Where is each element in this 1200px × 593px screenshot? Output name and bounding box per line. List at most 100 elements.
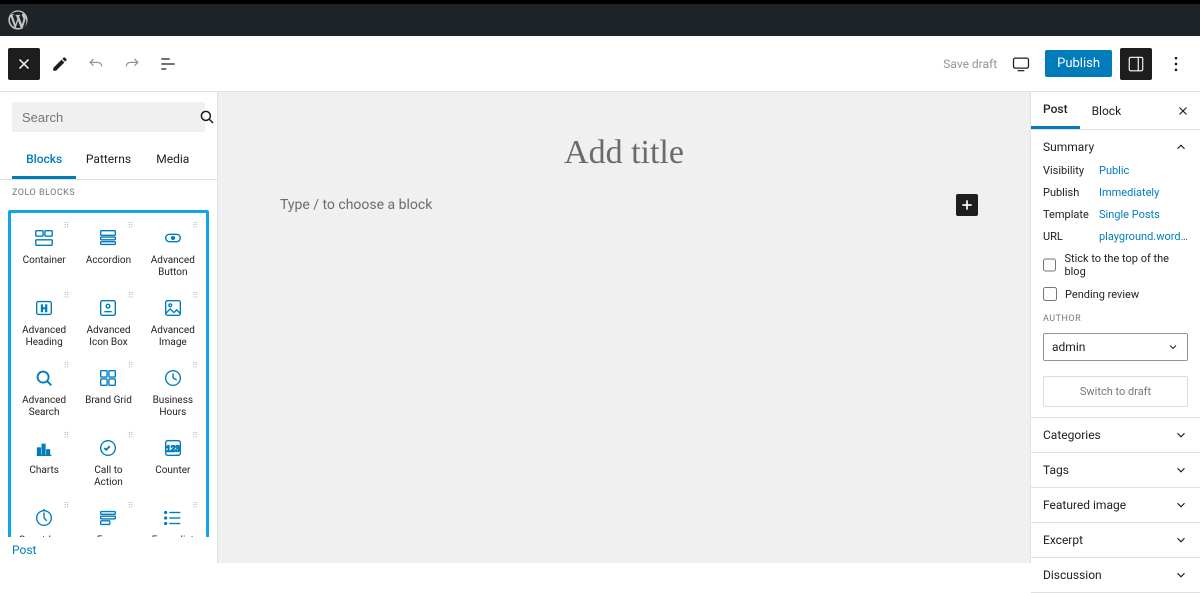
block-category-label: ZOLO BLOCKS	[0, 180, 217, 206]
wordpress-logo-icon[interactable]	[8, 10, 28, 30]
block-icon	[33, 227, 55, 249]
block-label: Fancy list	[152, 535, 194, 537]
block-icon	[33, 437, 55, 459]
block-label: Advanced Button	[144, 255, 202, 279]
drag-handle-icon: ⠿	[128, 361, 134, 370]
block-icon: H	[33, 297, 55, 319]
block-label: Advanced Image	[144, 325, 202, 349]
author-label: AUTHOR	[1043, 314, 1188, 324]
block-item[interactable]: ⠿HAdvanced Heading	[13, 287, 75, 355]
block-label: Container	[23, 255, 66, 267]
drag-handle-icon: ⠿	[63, 361, 69, 370]
sticky-checkbox-row[interactable]: Stick to the top of the blog	[1043, 252, 1188, 278]
block-icon	[162, 297, 184, 319]
search-input[interactable]	[22, 110, 198, 125]
block-item[interactable]: ⠿ Container	[13, 217, 75, 285]
tab-media[interactable]: Media	[141, 142, 205, 179]
pending-checkbox[interactable]	[1043, 287, 1057, 301]
block-label: Countdown	[19, 535, 70, 537]
drag-handle-icon: ⠿	[128, 431, 134, 440]
chevron-up-icon	[1174, 140, 1188, 154]
block-icon	[33, 367, 55, 389]
paragraph-placeholder[interactable]: Type / to choose a block	[280, 197, 946, 213]
block-item[interactable]: ⠿Charts	[13, 427, 75, 495]
block-icon	[33, 507, 55, 529]
block-item[interactable]: ⠿ Advanced Button	[142, 217, 204, 285]
template-value[interactable]: Single Posts	[1099, 208, 1188, 221]
chevron-down-icon	[1174, 428, 1188, 442]
drag-handle-icon: ⠿	[192, 291, 198, 300]
block-item[interactable]: ⠿ Brand Grid	[77, 357, 139, 425]
publish-value[interactable]: Immediately	[1099, 186, 1188, 199]
search-input-wrapper[interactable]	[12, 102, 205, 132]
tab-blocks[interactable]: Blocks	[12, 142, 76, 179]
block-item[interactable]: ⠿ Accordion	[77, 217, 139, 285]
tags-section-toggle[interactable]: Tags	[1031, 453, 1200, 487]
categories-section-toggle[interactable]: Categories	[1031, 418, 1200, 452]
block-item[interactable]: ⠿Fancy list	[142, 497, 204, 537]
drag-handle-icon: ⠿	[63, 221, 69, 230]
chevron-down-icon	[1174, 533, 1188, 547]
undo-button[interactable]	[80, 48, 112, 80]
options-button[interactable]	[1160, 48, 1192, 80]
visibility-label: Visibility	[1043, 164, 1099, 177]
drag-handle-icon: ⠿	[63, 431, 69, 440]
drag-handle-icon: ⠿	[63, 291, 69, 300]
chevron-down-icon	[1174, 463, 1188, 477]
svg-text:123: 123	[166, 445, 180, 454]
settings-tab-post[interactable]: Post	[1031, 92, 1080, 129]
block-icon	[97, 437, 119, 459]
publish-button[interactable]: Publish	[1045, 50, 1112, 77]
tools-button[interactable]	[44, 48, 76, 80]
visibility-value[interactable]: Public	[1099, 164, 1188, 177]
template-label: Template	[1043, 208, 1099, 221]
block-icon	[162, 507, 184, 529]
settings-tab-block[interactable]: Block	[1080, 94, 1134, 128]
blocks-grid-highlighted: ⠿ Container ⠿ Accordion ⠿ Advanced Button ⠿ H Ad…	[8, 210, 209, 537]
pending-checkbox-row[interactable]: Pending review	[1043, 287, 1188, 301]
toggle-inserter-button[interactable]	[8, 48, 40, 80]
drag-handle-icon: ⠿	[192, 361, 198, 370]
drag-handle-icon: ⠿	[192, 221, 198, 230]
author-select[interactable]: admin	[1043, 333, 1188, 361]
block-item[interactable]: ⠿ Call to Action	[77, 427, 139, 495]
drag-handle-icon: ⠿	[128, 501, 134, 510]
block-icon	[97, 227, 119, 249]
featured-image-section-toggle[interactable]: Featured image	[1031, 488, 1200, 522]
sticky-checkbox[interactable]	[1043, 258, 1056, 272]
summary-section-toggle[interactable]: Summary	[1031, 130, 1200, 164]
url-value[interactable]: playground.wordpress...	[1099, 230, 1188, 243]
drag-handle-icon: ⠿	[128, 221, 134, 230]
publish-label: Publish	[1043, 186, 1099, 199]
block-icon	[97, 297, 119, 319]
block-item[interactable]: ⠿Advanced Icon Box	[77, 287, 139, 355]
block-item[interactable]: ⠿123Counter	[142, 427, 204, 495]
block-item[interactable]: ⠿ Advanced Image	[142, 287, 204, 355]
block-label: Brand Grid	[85, 395, 132, 407]
redo-button[interactable]	[116, 48, 148, 80]
block-label: Counter	[155, 465, 190, 477]
post-title-input[interactable]: Add title	[280, 120, 968, 194]
drag-handle-icon: ⠿	[63, 501, 69, 510]
block-icon	[97, 507, 119, 529]
discussion-section-toggle[interactable]: Discussion	[1031, 558, 1200, 592]
block-item[interactable]: ⠿ Countdown	[13, 497, 75, 537]
block-item[interactable]: ⠿Advanced Search	[13, 357, 75, 425]
block-item[interactable]: ⠿Form	[77, 497, 139, 537]
settings-toggle-button[interactable]	[1120, 48, 1152, 80]
close-settings-button[interactable]	[1166, 94, 1200, 128]
post-link[interactable]: Post	[0, 537, 217, 563]
svg-text:H: H	[41, 304, 48, 314]
excerpt-section-toggle[interactable]: Excerpt	[1031, 523, 1200, 557]
preview-button[interactable]	[1005, 48, 1037, 80]
switch-to-draft-button[interactable]: Switch to draft	[1043, 376, 1188, 407]
block-label: Call to Action	[79, 465, 137, 489]
block-item[interactable]: ⠿Business Hours	[142, 357, 204, 425]
block-icon: 123	[162, 437, 184, 459]
drag-handle-icon: ⠿	[128, 291, 134, 300]
add-block-button[interactable]	[956, 194, 978, 216]
document-overview-button[interactable]	[152, 48, 184, 80]
block-label: Accordion	[86, 255, 131, 267]
chevron-down-icon	[1174, 498, 1188, 512]
tab-patterns[interactable]: Patterns	[76, 142, 140, 179]
